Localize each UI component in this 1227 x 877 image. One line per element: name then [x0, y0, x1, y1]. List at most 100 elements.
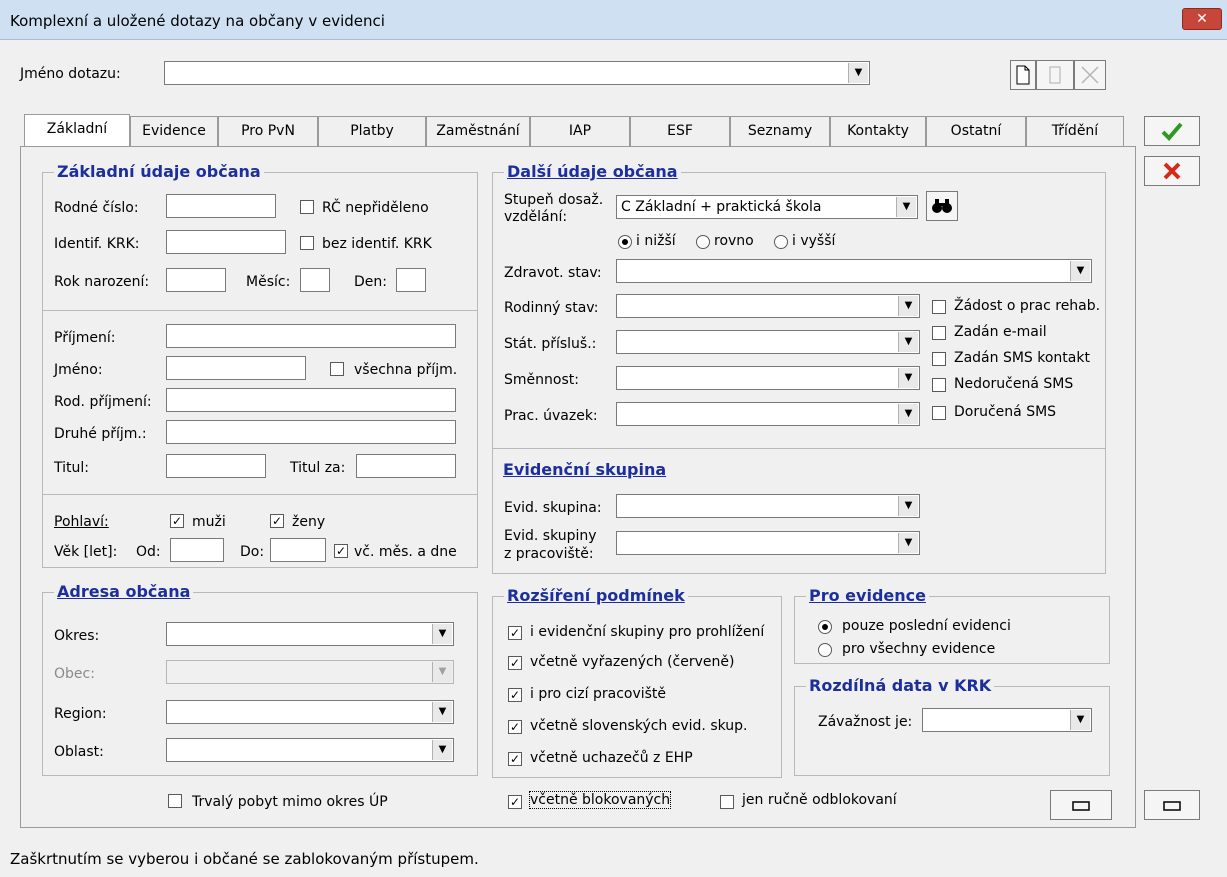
- mesic-input[interactable]: [300, 268, 330, 292]
- vek-label: Věk [let]:: [54, 544, 118, 560]
- stat-select[interactable]: ▼: [616, 330, 920, 354]
- rozsireni-checkbox-5[interactable]: ✓: [508, 752, 522, 766]
- pohlavi-label: Pohlaví:: [54, 514, 109, 530]
- rozsireni-checkbox-4[interactable]: ✓: [508, 720, 522, 734]
- tab-ostatni[interactable]: Ostatní: [926, 116, 1026, 146]
- rodinny-select[interactable]: ▼: [616, 294, 920, 318]
- tab-esf[interactable]: ESF: [630, 116, 730, 146]
- nedorucena-checkbox[interactable]: [932, 378, 946, 392]
- tab-pro-pvn[interactable]: Pro PvN: [218, 116, 318, 146]
- i-vyssi-radio[interactable]: [774, 235, 788, 249]
- tab-kontakty[interactable]: Kontakty: [830, 116, 926, 146]
- cancel-button[interactable]: [1144, 156, 1200, 186]
- dorucena-checkbox[interactable]: [932, 406, 946, 420]
- rozsireni-checkbox-3[interactable]: ✓: [508, 688, 522, 702]
- muzi-checkbox[interactable]: ✓: [170, 514, 184, 528]
- odblokovani-checkbox[interactable]: [720, 795, 734, 809]
- tab-seznamy[interactable]: Seznamy: [730, 116, 830, 146]
- den-input[interactable]: [396, 268, 426, 292]
- email-checkbox[interactable]: [932, 326, 946, 340]
- tab-trideni[interactable]: Třídění: [1026, 116, 1124, 146]
- zdravot-label: Zdravot. stav:: [504, 265, 602, 281]
- jmeno-input[interactable]: [166, 356, 306, 380]
- evid-skupina-select[interactable]: ▼: [616, 494, 920, 518]
- druhe-prijm-input[interactable]: [166, 420, 456, 444]
- stat-label: Stát. přísluš.:: [504, 336, 597, 352]
- rodinny-label: Rodinný stav:: [504, 300, 599, 316]
- posledni-radio[interactable]: [818, 620, 832, 634]
- rectangle-icon: [1163, 801, 1181, 811]
- tab-platby[interactable]: Platby: [318, 116, 426, 146]
- window-minimize-button[interactable]: [1144, 790, 1200, 820]
- delete-query-button[interactable]: [1074, 60, 1106, 90]
- identif-krk-input[interactable]: [166, 230, 286, 254]
- tab-iap[interactable]: IAP: [530, 116, 630, 146]
- jmeno-label: Jméno:: [54, 362, 103, 378]
- tab-zakladni[interactable]: Základní: [24, 114, 130, 148]
- zdravot-select[interactable]: ▼: [616, 259, 1092, 283]
- divider: [42, 494, 478, 495]
- obec-select[interactable]: ▼: [166, 660, 454, 684]
- oblast-select[interactable]: ▼: [166, 738, 454, 762]
- rozsireni-checkbox-2[interactable]: ✓: [508, 656, 522, 670]
- blokovanych-checkbox[interactable]: ✓: [508, 795, 522, 809]
- prijmeni-input[interactable]: [166, 324, 456, 348]
- stupen-select[interactable]: C Základní + praktická škola ▼: [616, 195, 918, 219]
- status-text: Zaškrtnutím se vyberou i občané se zablo…: [10, 850, 479, 868]
- krk-title: Rozdílná data v KRK: [806, 676, 995, 695]
- query-name-combo[interactable]: ▼: [164, 61, 870, 85]
- vsechny-label: pro všechny evidence: [842, 641, 996, 657]
- bez-identif-checkbox[interactable]: [300, 236, 314, 250]
- search-button[interactable]: [926, 191, 958, 221]
- okres-select[interactable]: ▼: [166, 622, 454, 646]
- evid-skupiny-select[interactable]: ▼: [616, 531, 920, 555]
- rozsireni-checkbox-1[interactable]: ✓: [508, 626, 522, 640]
- vek-od-input[interactable]: [170, 538, 224, 562]
- odblokovani-label: jen ručně odblokovaní: [742, 792, 897, 808]
- cancel-x-icon: [1163, 162, 1181, 180]
- region-select[interactable]: ▼: [166, 700, 454, 724]
- rc-neprideleno-checkbox[interactable]: [300, 200, 314, 214]
- rovno-radio[interactable]: [696, 235, 710, 249]
- i-nizsi-radio[interactable]: [618, 235, 632, 249]
- new-document-icon: [1016, 65, 1030, 85]
- tab-evidence[interactable]: Evidence: [130, 116, 218, 146]
- binoculars-icon: [932, 199, 952, 213]
- rok-narozeni-input[interactable]: [166, 268, 226, 292]
- vsechny-radio[interactable]: [818, 643, 832, 657]
- rectangle-icon: [1072, 801, 1090, 811]
- titul-za-input[interactable]: [356, 454, 456, 478]
- chevron-down-icon: ▼: [432, 624, 452, 644]
- panel-minimize-button[interactable]: [1050, 790, 1112, 820]
- close-button[interactable]: ✕: [1182, 8, 1222, 30]
- uvazek-select[interactable]: ▼: [616, 402, 920, 426]
- rozsireni-label-2: včetně vyřazených (červeně): [530, 654, 735, 670]
- rod-prijmeni-input[interactable]: [166, 388, 456, 412]
- new-query-button[interactable]: [1010, 60, 1036, 90]
- rodne-cislo-input[interactable]: [166, 194, 276, 218]
- ok-button[interactable]: [1144, 116, 1200, 146]
- titul-input[interactable]: [166, 454, 266, 478]
- vsechna-prijm-label: všechna příjm.: [354, 362, 458, 378]
- chevron-down-icon: ▼: [898, 496, 918, 516]
- chevron-down-icon: ▼: [1070, 710, 1090, 730]
- rozsireni-label-1: i evidenční skupiny pro prohlížení: [530, 624, 765, 640]
- vsechna-prijm-checkbox[interactable]: [330, 362, 344, 376]
- save-query-button[interactable]: [1036, 60, 1074, 90]
- rod-prijmeni-label: Rod. příjmení:: [54, 394, 152, 410]
- sms-kontakt-checkbox[interactable]: [932, 352, 946, 366]
- vc-mes-checkbox[interactable]: ✓: [334, 544, 348, 558]
- tab-zamestnani[interactable]: Zaměstnání: [426, 116, 530, 146]
- evid-skupina-label: Evid. skupina:: [504, 500, 602, 516]
- okres-label: Okres:: [54, 628, 100, 644]
- chevron-down-icon: ▼: [898, 404, 918, 424]
- other-data-title: Další údaje občana: [504, 162, 681, 181]
- pro-evidence-title: Pro evidence: [806, 586, 929, 605]
- zadost-checkbox[interactable]: [932, 300, 946, 314]
- smennost-select[interactable]: ▼: [616, 366, 920, 390]
- zavaznost-select[interactable]: ▼: [922, 708, 1092, 732]
- vek-do-input[interactable]: [270, 538, 326, 562]
- evid-skupiny-label-2: z pracoviště:: [504, 546, 594, 562]
- trvaly-pobyt-checkbox[interactable]: [168, 794, 182, 808]
- zeny-checkbox[interactable]: ✓: [270, 514, 284, 528]
